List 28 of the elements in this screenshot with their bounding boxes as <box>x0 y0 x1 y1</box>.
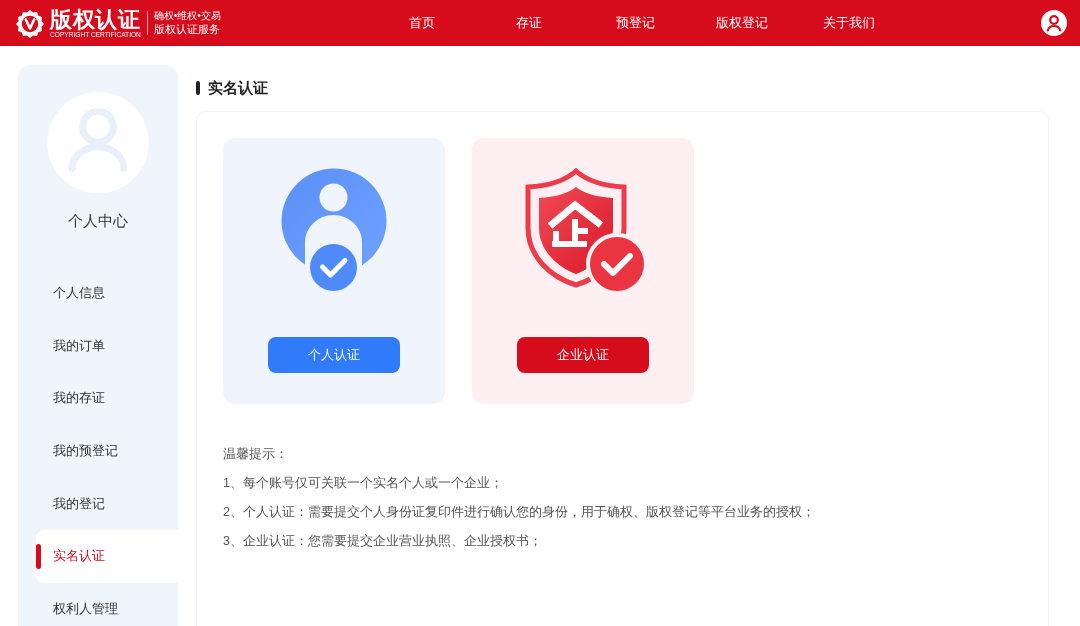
vertical-bar-icon <box>196 81 200 95</box>
logo-service-name: 版权认证服务 <box>153 22 220 36</box>
shield-check-icon <box>524 168 645 292</box>
sidebar-menu-item[interactable]: 权利人管理 <box>36 583 178 626</box>
user-avatar-icon[interactable] <box>1041 10 1067 36</box>
sidebar-menu-item[interactable]: 个人信息 <box>36 267 178 321</box>
verify-button[interactable]: 企业认证 <box>517 337 649 373</box>
sidebar-menu-item[interactable]: 我的存证 <box>36 372 178 426</box>
sidebar-menu-item[interactable]: 我的登记 <box>36 477 178 531</box>
nav-link[interactable]: 关于我们 <box>818 10 879 36</box>
verify-button[interactable]: 个人认证 <box>268 337 400 373</box>
sidebar-title: 个人中心 <box>68 211 128 232</box>
sidebar-menu-item[interactable]: 我的订单 <box>36 320 178 373</box>
logo-title: 版权认证 <box>50 7 140 31</box>
nav-link[interactable]: 存证 <box>511 10 546 36</box>
nav-link[interactable]: 版权登记 <box>712 10 773 36</box>
badge-logo-icon <box>16 10 44 38</box>
tip-text: 1、每个账号仅可关联一个实名个人或一个企业； <box>223 475 504 492</box>
nav-link[interactable]: 首页 <box>405 10 440 36</box>
sidebar-menu-item[interactable]: 我的预登记 <box>36 425 178 478</box>
logo-tagline: 确权•维权•交易 <box>153 10 221 22</box>
section-title: 实名认证 <box>208 78 268 98</box>
person-check-icon <box>281 168 387 292</box>
sidebar-menu-item[interactable]: 实名认证 <box>36 530 178 583</box>
nav-link[interactable]: 预登记 <box>612 10 659 36</box>
tips-heading: 温馨提示： <box>223 446 289 463</box>
tip-text: 3、企业认证：您需要提交企业营业执照、企业授权书； <box>223 533 543 550</box>
tip-text: 2、个人认证：需要提交个人身份证复印件进行确认您的身份，用于确权、版权登记等平台业务的授权； <box>223 504 816 521</box>
